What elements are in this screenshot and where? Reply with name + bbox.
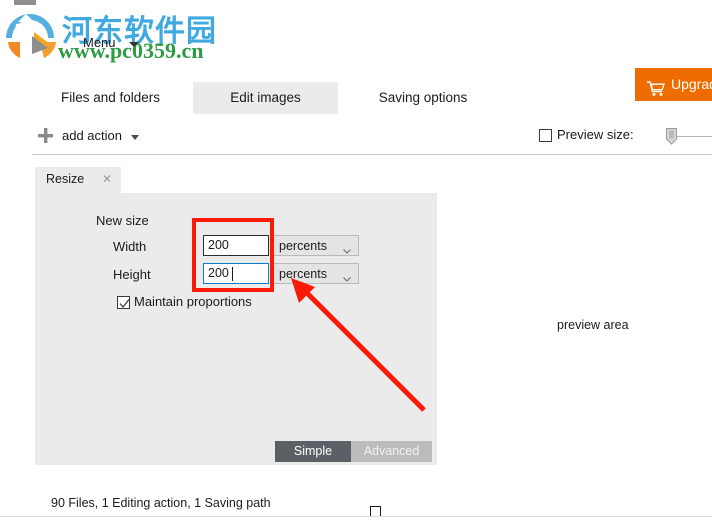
chevron-down-icon: [343, 271, 351, 282]
preview-area-label: preview area: [557, 318, 629, 332]
height-unit-value: percents: [279, 267, 327, 281]
tab-saving-options[interactable]: Saving options: [338, 82, 508, 114]
toolbar-divider: [32, 154, 712, 155]
width-unit-dropdown[interactable]: percents: [273, 235, 359, 256]
preview-size-label: Preview size:: [557, 127, 634, 142]
width-label: Width: [113, 239, 147, 254]
maintain-proportions-checkbox[interactable]: [117, 296, 130, 309]
preview-size-checkbox[interactable]: [539, 129, 552, 142]
chevron-down-icon[interactable]: [129, 42, 139, 47]
resize-panel: [35, 193, 437, 465]
chevron-down-icon: [343, 243, 351, 254]
width-unit-value: percents: [279, 239, 327, 253]
mode-button-simple[interactable]: Simple: [275, 441, 351, 462]
upgrade-button-label: Upgrade: [671, 76, 712, 92]
tab-files-and-folders[interactable]: Files and folders: [28, 82, 193, 114]
shopping-cart-icon: [647, 76, 665, 96]
height-input-value: 200: [208, 266, 229, 280]
chevron-down-icon[interactable]: [131, 135, 139, 140]
status-summary: 90 Files, 1 Editing action, 1 Saving pat…: [51, 496, 271, 510]
slider-thumb-icon[interactable]: [666, 128, 677, 145]
check-icon: [119, 299, 130, 308]
application-window: 河东软件园 www.pc0359.cn Menu Files and folde…: [0, 0, 712, 522]
width-input[interactable]: 200: [203, 235, 269, 256]
upgrade-button[interactable]: Upgrade: [635, 68, 712, 101]
add-action-button[interactable]: add action: [62, 128, 122, 143]
action-tab-resize-label: Resize: [46, 172, 85, 186]
tab-edit-images[interactable]: Edit images: [193, 82, 338, 114]
plus-icon[interactable]: [38, 128, 53, 143]
status-divider: [0, 516, 712, 517]
site-logo-icon: [4, 8, 60, 60]
close-icon[interactable]: ✕: [102, 172, 112, 186]
new-size-group-label: New size: [96, 213, 149, 228]
maintain-proportions-label: Maintain proportions: [134, 294, 252, 309]
height-unit-dropdown[interactable]: percents: [273, 263, 359, 284]
mode-button-advanced[interactable]: Advanced: [351, 441, 432, 462]
main-tabbar: Files and folders Edit images Saving opt…: [0, 82, 712, 114]
height-label: Height: [113, 267, 151, 282]
window-top-marker: [14, 0, 36, 5]
text-cursor: [232, 267, 233, 281]
preview-size-slider-track[interactable]: [676, 136, 712, 137]
menu-button[interactable]: Menu: [83, 35, 116, 50]
height-input[interactable]: 200: [203, 263, 269, 284]
width-input-value: 200: [208, 238, 229, 252]
